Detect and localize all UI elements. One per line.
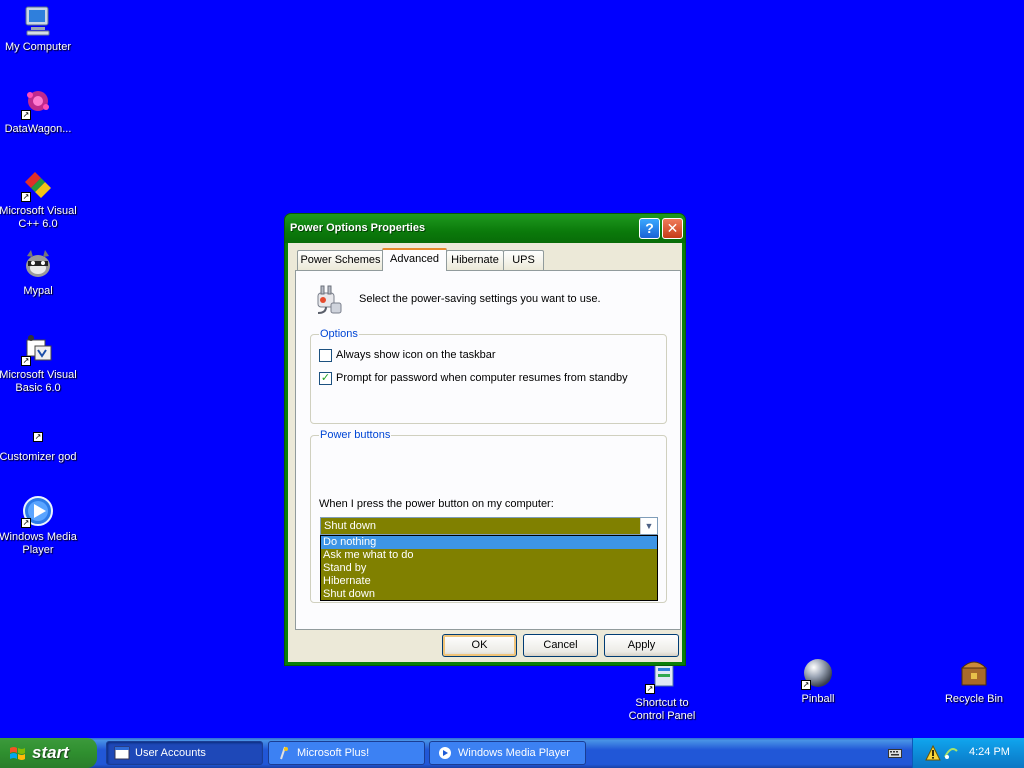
start-label: start bbox=[32, 743, 69, 762]
windows-flag-icon bbox=[10, 747, 25, 760]
shortcut-arrow-icon: ↗ bbox=[33, 432, 43, 442]
dropdown-option-shut-down[interactable]: Shut down bbox=[321, 588, 657, 601]
help-button[interactable]: ? bbox=[639, 218, 660, 239]
desktop-icon-visual-basic[interactable]: ↗ Microsoft Visual Basic 6.0 bbox=[0, 332, 78, 395]
tab-ups[interactable]: UPS bbox=[503, 250, 544, 270]
power-action-dropdown-list: Do nothing Ask me what to do Stand by Hi… bbox=[320, 535, 658, 601]
power-button-action-select[interactable]: Shut down ▼ bbox=[320, 517, 658, 535]
desktop-icon-label: Mypal bbox=[23, 285, 53, 297]
visual-cpp-icon: ↗ bbox=[21, 168, 55, 202]
tab-label: Power Schemes bbox=[300, 254, 381, 266]
pinball-icon: ↗ bbox=[801, 656, 835, 690]
dropdown-option-stand-by[interactable]: Stand by bbox=[321, 562, 657, 575]
power-options-dialog: Power Options Properties ? ✕ Power Schem… bbox=[284, 213, 686, 666]
dialog-titlebar[interactable]: Power Options Properties ? ✕ bbox=[285, 214, 685, 243]
checkbox-label: Prompt for password when computer resume… bbox=[336, 372, 628, 384]
user-accounts-icon bbox=[114, 746, 130, 760]
advanced-tab-panel: Select the power-saving settings you wan… bbox=[295, 270, 681, 630]
desktop-icon-control-panel[interactable]: ↗ Shortcut to Control Panel bbox=[622, 660, 702, 723]
prompt-password-checkbox[interactable]: ✓ bbox=[319, 372, 332, 385]
close-button[interactable]: ✕ bbox=[662, 218, 683, 239]
microsoft-plus-icon bbox=[280, 746, 288, 760]
desktop-icon-label: Pinball bbox=[801, 693, 835, 705]
datawagon-icon: ↗ bbox=[21, 86, 55, 120]
ok-button[interactable]: OK bbox=[442, 634, 517, 657]
always-show-icon-checkbox[interactable] bbox=[319, 349, 332, 362]
tab-label: UPS bbox=[512, 254, 535, 266]
checkmark-icon: ✓ bbox=[320, 372, 331, 384]
shortcut-arrow-icon: ↗ bbox=[801, 680, 811, 690]
taskbar-item-microsoft-plus[interactable]: Microsoft Plus! bbox=[268, 741, 425, 765]
chevron-down-icon[interactable]: ▼ bbox=[640, 518, 657, 534]
desktop-icon-my-computer[interactable]: My Computer bbox=[0, 4, 78, 54]
warning-icon[interactable] bbox=[925, 745, 941, 761]
network-icon[interactable] bbox=[943, 745, 959, 761]
cancel-button[interactable]: Cancel bbox=[523, 634, 598, 657]
start-button[interactable]: start bbox=[0, 738, 97, 768]
shortcut-arrow-icon: ↗ bbox=[21, 518, 31, 528]
visual-basic-icon: ↗ bbox=[21, 332, 55, 366]
dialog-body: Power Schemes Advanced Hibernate UPS Sel… bbox=[288, 243, 682, 662]
taskbar-item-label: Microsoft Plus! bbox=[297, 747, 370, 759]
desktop-icon-datawagon[interactable]: ↗ DataWagon... bbox=[0, 86, 78, 136]
dropdown-option-ask-me[interactable]: Ask me what to do bbox=[321, 549, 657, 562]
power-button-label: When I press the power button on my comp… bbox=[319, 498, 554, 510]
desktop-icon-label: Shortcut to Control Panel bbox=[628, 697, 696, 722]
recycle-bin-icon bbox=[957, 656, 991, 690]
options-group-title: Options bbox=[319, 328, 359, 340]
mypal-icon bbox=[21, 248, 55, 282]
desktop-icon-label: Windows Media Player bbox=[0, 531, 77, 556]
desktop-icon-pinball[interactable]: ↗ Pinball bbox=[778, 656, 858, 706]
tab-label: Advanced bbox=[390, 253, 439, 265]
dropdown-option-do-nothing[interactable]: Do nothing bbox=[321, 536, 657, 549]
tab-hibernate[interactable]: Hibernate bbox=[446, 250, 504, 270]
taskbar: start User Accounts Microsoft Plus! Wind… bbox=[0, 738, 1024, 768]
help-icon: ? bbox=[645, 220, 654, 236]
system-tray: 4:24 PM bbox=[912, 738, 1024, 768]
taskbar-item-user-accounts[interactable]: User Accounts bbox=[106, 741, 263, 765]
header-description: Select the power-saving settings you wan… bbox=[359, 293, 601, 305]
desktop-icon-recycle-bin[interactable]: Recycle Bin bbox=[934, 656, 1014, 706]
power-buttons-group-title: Power buttons bbox=[319, 429, 392, 441]
windows-media-player-icon bbox=[439, 747, 451, 759]
my-computer-icon bbox=[21, 4, 55, 38]
desktop-icon-customizer[interactable]: ↗ Customizer god bbox=[0, 414, 78, 464]
desktop-icon-label: Microsoft Visual Basic 6.0 bbox=[0, 369, 77, 394]
power-plug-icon bbox=[309, 283, 343, 315]
desktop-icon-label: Recycle Bin bbox=[944, 693, 1004, 705]
power-buttons-groupbox: Power buttons When I press the power but… bbox=[310, 429, 667, 603]
dropdown-option-hibernate[interactable]: Hibernate bbox=[321, 575, 657, 588]
shortcut-arrow-icon: ↗ bbox=[21, 356, 31, 366]
shortcut-arrow-icon: ↗ bbox=[645, 684, 655, 694]
clock[interactable]: 4:24 PM bbox=[969, 746, 1010, 758]
close-icon: ✕ bbox=[666, 220, 679, 236]
keyboard-icon[interactable] bbox=[888, 747, 902, 759]
tab-label: Hibernate bbox=[451, 254, 499, 266]
apply-button[interactable]: Apply bbox=[604, 634, 679, 657]
desktop-icon-visual-cpp[interactable]: ↗ Microsoft Visual C++ 6.0 bbox=[0, 168, 78, 231]
tab-advanced[interactable]: Advanced bbox=[382, 248, 447, 271]
select-current-value: Shut down bbox=[324, 520, 376, 532]
shortcut-arrow-icon: ↗ bbox=[21, 192, 31, 202]
tab-power-schemes[interactable]: Power Schemes bbox=[297, 250, 384, 270]
taskbar-item-label: Windows Media Player bbox=[458, 747, 570, 759]
dialog-title: Power Options Properties bbox=[290, 222, 426, 234]
desktop-icon-windows-media-player[interactable]: ↗ Windows Media Player bbox=[0, 494, 78, 557]
desktop-icon-label: DataWagon... bbox=[4, 123, 72, 135]
desktop-icon-label: Microsoft Visual C++ 6.0 bbox=[0, 205, 77, 230]
desktop-icon-mypal[interactable]: Mypal bbox=[0, 248, 78, 298]
options-groupbox: Options Always show icon on the taskbar … bbox=[310, 328, 667, 424]
desktop-icon-label: My Computer bbox=[4, 41, 72, 53]
taskbar-item-windows-media-player[interactable]: Windows Media Player bbox=[429, 741, 586, 765]
shortcut-arrow-icon: ↗ bbox=[21, 110, 31, 120]
desktop-icon-label: Customizer god bbox=[0, 451, 77, 463]
windows-media-player-icon: ↗ bbox=[21, 494, 55, 528]
checkbox-label: Always show icon on the taskbar bbox=[336, 349, 496, 361]
taskbar-item-label: User Accounts bbox=[135, 747, 206, 759]
customizer-icon: ↗ bbox=[21, 414, 55, 448]
